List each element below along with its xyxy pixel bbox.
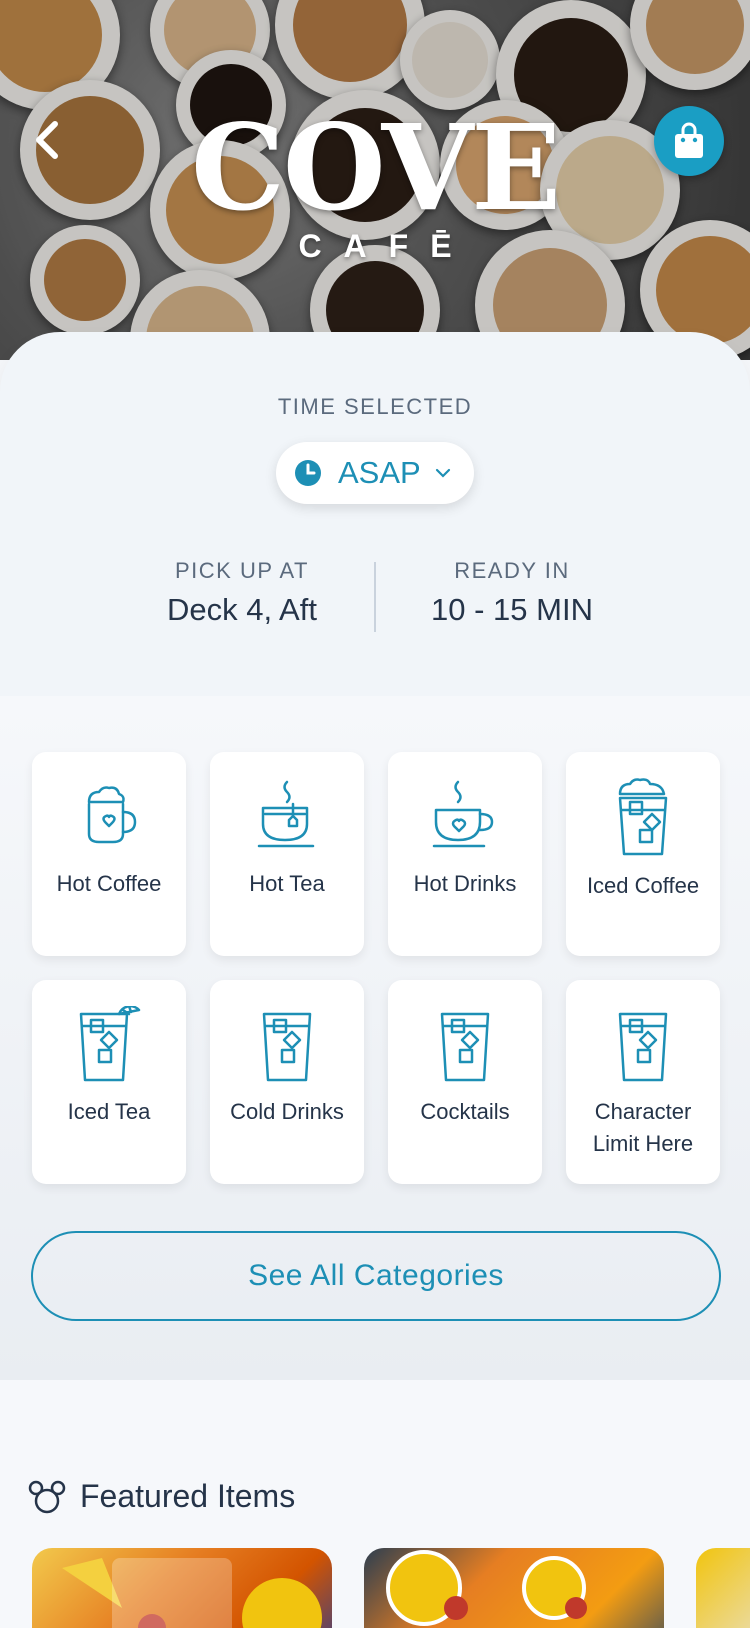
iced-coffee-icon: [618, 778, 668, 856]
hot-coffee-icon: [87, 786, 137, 844]
citrus-drink-image: [386, 1550, 587, 1626]
cup-icon: [618, 1012, 668, 1082]
ready-value: 10 - 15 MIN: [431, 592, 593, 627]
category-hot-coffee[interactable]: Hot Coffee: [32, 752, 186, 956]
logo-wordmark: COVE: [190, 98, 561, 237]
categories-section: Hot Coffee Hot Tea Hot Drinks Iced Coffe…: [0, 696, 750, 1380]
clock-icon: [295, 460, 321, 486]
cocktails-icon: [440, 1012, 490, 1082]
category-iced-tea[interactable]: Iced Tea: [32, 980, 186, 1184]
category-label: Iced Tea: [67, 1099, 151, 1124]
hot-tea-icon: [257, 780, 315, 848]
featured-header: Featured Items: [28, 1478, 295, 1515]
category-hot-drinks[interactable]: Hot Drinks: [388, 752, 542, 956]
iced-tea-icon: [79, 1006, 141, 1082]
mickey-icon: [28, 1480, 66, 1513]
see-all-categories-button[interactable]: See All Categories: [31, 1231, 721, 1321]
category-hot-tea[interactable]: Hot Tea: [210, 752, 364, 956]
category-label: Hot Drinks: [413, 871, 517, 896]
time-selected-label: TIME SELECTED: [277, 394, 473, 419]
featured-item-card[interactable]: [696, 1548, 750, 1628]
featured-item-card[interactable]: [364, 1548, 664, 1628]
featured-section: Featured Items: [0, 1380, 750, 1628]
pickup-location: PICK UP AT Deck 4, Aft: [92, 558, 392, 628]
shopping-bag-button[interactable]: [654, 106, 724, 176]
time-selected-value: ASAP: [338, 455, 421, 490]
ready-label: READY IN: [454, 558, 570, 583]
hero-banner: COVE CAFĒ: [0, 0, 750, 360]
chevron-down-icon: [435, 468, 450, 478]
time-select-dropdown[interactable]: ASAP: [276, 442, 474, 504]
category-label: Hot Tea: [249, 871, 325, 896]
cold-drinks-icon: [262, 1012, 312, 1082]
category-cocktails[interactable]: Cocktails: [388, 980, 542, 1184]
hot-drinks-icon: [432, 780, 494, 848]
pickup-value: Deck 4, Aft: [167, 592, 317, 627]
cove-cafe-logo: COVE CAFĒ: [0, 98, 750, 265]
category-label: Character Limit Here: [592, 1099, 694, 1156]
featured-item-card[interactable]: [32, 1548, 332, 1628]
category-label: Hot Coffee: [56, 871, 162, 896]
pickup-label: PICK UP AT: [174, 558, 309, 583]
category-iced-coffee[interactable]: Iced Coffee: [566, 752, 720, 956]
category-label: Cold Drinks: [230, 1099, 344, 1124]
category-character-limit[interactable]: Character Limit Here: [566, 980, 720, 1184]
ready-time: READY IN 10 - 15 MIN: [362, 558, 662, 628]
category-label: Iced Coffee: [586, 873, 700, 898]
pickup-details-card: TIME SELECTED ASAP PICK UP AT Deck 4, Af…: [0, 332, 750, 696]
category-label: Cocktails: [420, 1099, 510, 1124]
shopping-bag-icon: [675, 122, 703, 158]
featured-title: Featured Items: [80, 1478, 296, 1514]
logo-subtitle: CAFĒ: [298, 228, 474, 264]
category-cold-drinks[interactable]: Cold Drinks: [210, 980, 364, 1184]
pineapple-drink-image: [62, 1558, 322, 1628]
